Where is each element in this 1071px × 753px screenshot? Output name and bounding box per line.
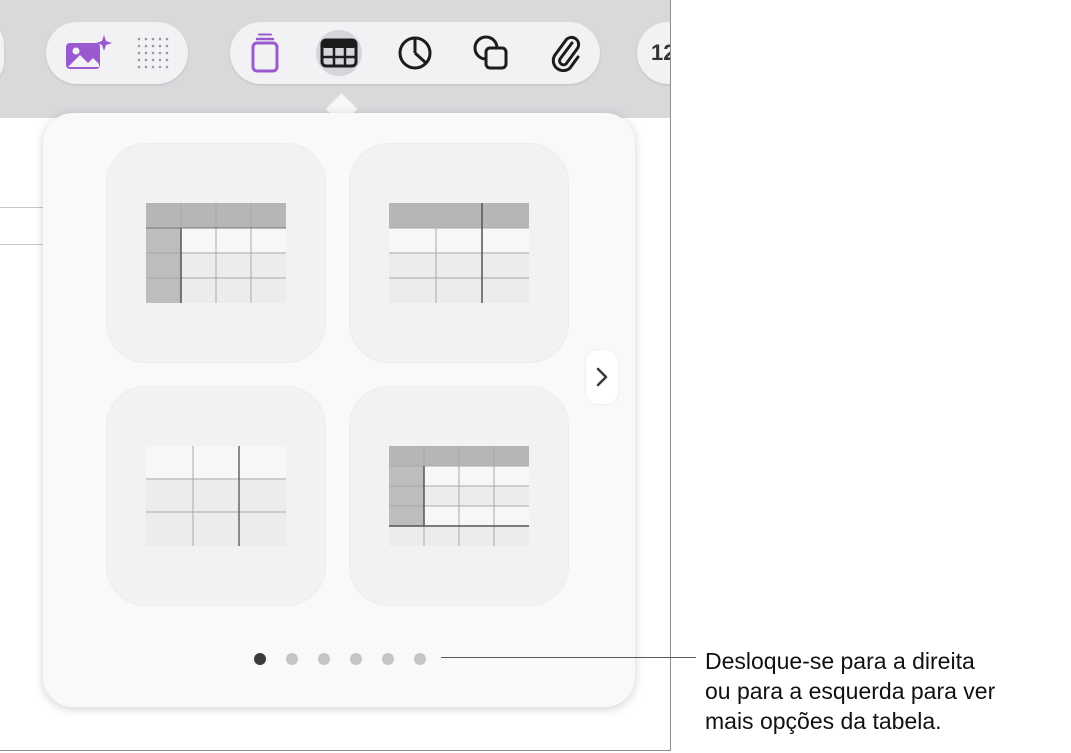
attachment-button[interactable] xyxy=(536,22,594,84)
attachment-icon xyxy=(551,35,581,73)
callout-line-1: Desloque-se para a direita xyxy=(705,648,975,674)
shape-icon xyxy=(473,35,508,70)
page-dot[interactable] xyxy=(254,653,266,665)
callout-line-3: mais opções da tabela. xyxy=(705,708,942,734)
page-dot[interactable] xyxy=(286,653,298,665)
page-dot[interactable] xyxy=(350,653,362,665)
table-style-popover xyxy=(43,113,635,707)
table-button[interactable] xyxy=(310,22,368,84)
toolbar-insert-group xyxy=(230,22,600,84)
shape-button[interactable] xyxy=(462,22,520,84)
dot-grid-button[interactable] xyxy=(124,22,182,84)
number-format-label[interactable]: 12 xyxy=(651,22,670,84)
callout-text: Desloque-se para a direita ou para a esq… xyxy=(705,646,1065,736)
document-rule xyxy=(0,207,44,208)
table-style-header-row-and-column[interactable] xyxy=(106,143,326,363)
page-dot[interactable] xyxy=(382,653,394,665)
text-box-button[interactable] xyxy=(236,22,294,84)
next-page-button[interactable] xyxy=(586,350,618,404)
page-indicator[interactable] xyxy=(254,651,426,667)
chevron-right-icon xyxy=(596,367,608,387)
callout-leader-line xyxy=(441,657,696,658)
toolbar-media-group xyxy=(46,22,188,84)
table-style-header-row-column-footer[interactable] xyxy=(349,386,569,606)
table-thumbnail xyxy=(389,203,529,303)
table-icon xyxy=(320,38,358,68)
table-thumbnail xyxy=(146,203,286,303)
chart-icon xyxy=(398,36,432,70)
page-dot[interactable] xyxy=(414,653,426,665)
image-magic-icon xyxy=(66,35,112,69)
table-style-plain-three-column[interactable] xyxy=(106,386,326,606)
table-thumbnail xyxy=(389,446,529,546)
callout-line-2: ou para a esquerda para ver xyxy=(705,678,996,704)
image-magic-button[interactable] xyxy=(58,22,116,84)
toolbar-partial-left-group xyxy=(0,22,4,84)
app-screen: 12 xyxy=(0,0,671,751)
document-rule xyxy=(0,244,44,245)
text-box-icon xyxy=(251,33,279,73)
table-thumbnail xyxy=(146,446,286,546)
dot-grid-icon xyxy=(137,37,169,69)
toolbar-partial-right-group: 12 xyxy=(637,22,670,84)
page-dot[interactable] xyxy=(318,653,330,665)
table-style-header-row-wide-columns[interactable] xyxy=(349,143,569,363)
chart-button[interactable] xyxy=(386,22,444,84)
